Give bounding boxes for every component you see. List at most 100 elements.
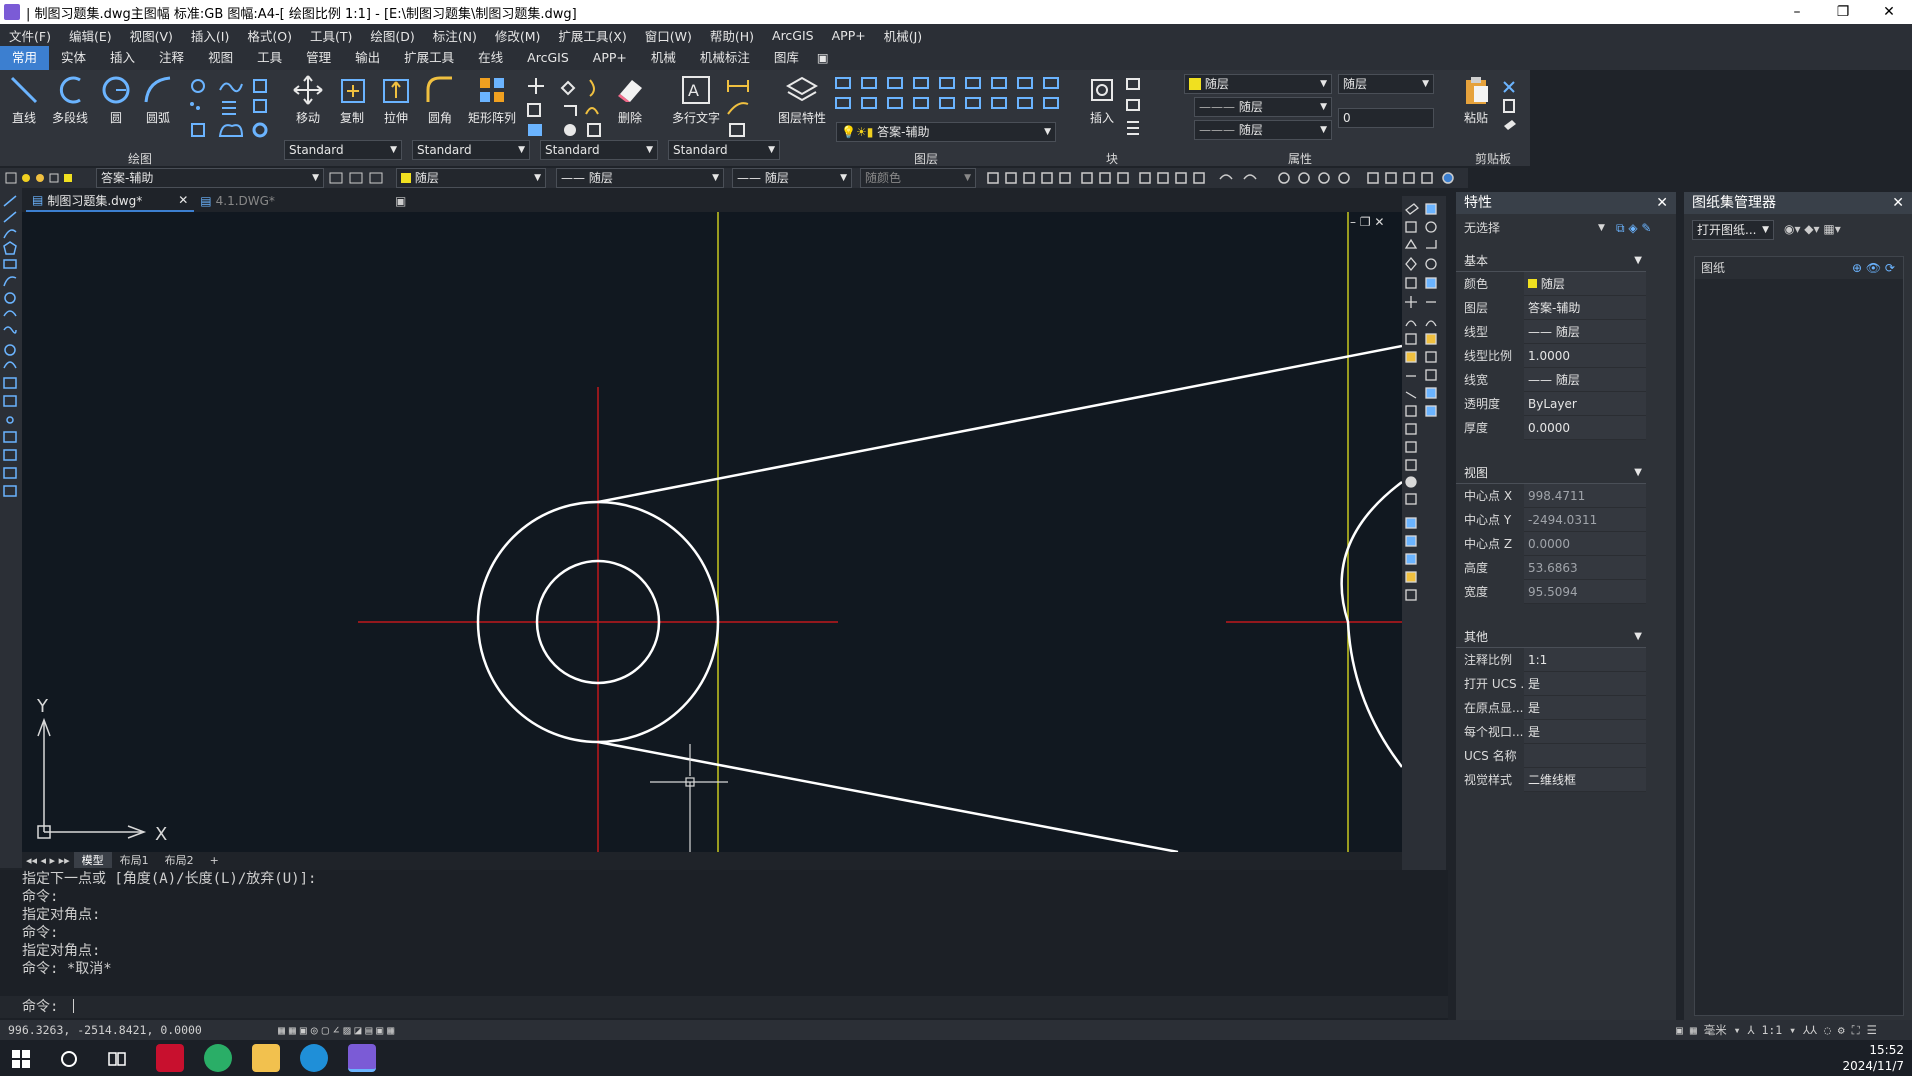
- tab-mech[interactable]: 机械: [639, 46, 688, 70]
- prop-row[interactable]: 厚度 0.0000: [1456, 416, 1646, 440]
- erase-button[interactable]: 删除: [614, 74, 646, 126]
- prop-row[interactable]: 线型比例 1.0000: [1456, 344, 1646, 368]
- prop-value[interactable]: —— 随层: [1524, 320, 1646, 344]
- tab-library[interactable]: 图库: [762, 46, 811, 70]
- menu-format[interactable]: 格式(O): [238, 26, 301, 45]
- stretch-button[interactable]: 拉伸: [380, 74, 412, 126]
- layer-state-icons[interactable]: [4, 171, 94, 185]
- menu-view[interactable]: 视图(V): [121, 26, 182, 45]
- menu-app[interactable]: APP+: [823, 28, 875, 43]
- layer-properties-button[interactable]: 图层特性: [778, 74, 826, 126]
- tab-layout2[interactable]: 布局2: [157, 852, 202, 868]
- file-explorer-icon[interactable]: [252, 1044, 280, 1072]
- tab-output[interactable]: 输出: [343, 46, 392, 70]
- move-button[interactable]: 移动: [292, 74, 324, 126]
- prop-row[interactable]: 注释比例 1:1: [1456, 648, 1646, 672]
- layout-nav-arrows[interactable]: ◂◂ ◂ ▸ ▸▸: [22, 854, 74, 867]
- edge-browser-icon[interactable]: [300, 1044, 328, 1072]
- viewport-controls[interactable]: – ❐ ✕: [1350, 215, 1384, 229]
- prop-value[interactable]: 0.0000: [1524, 416, 1646, 440]
- rect-array-button[interactable]: 矩形阵列: [468, 74, 516, 126]
- prop-value[interactable]: 是: [1524, 672, 1646, 696]
- prop-row[interactable]: 中心点 Z 0.0000: [1456, 532, 1646, 556]
- section-basic[interactable]: 基本 ▼: [1456, 250, 1646, 272]
- ribbon-layer-dropdown[interactable]: 💡☀▮ 答案-辅助 ▼: [836, 122, 1056, 142]
- copy-button[interactable]: 复制: [336, 74, 368, 126]
- prop-row[interactable]: 宽度 95.5094: [1456, 580, 1646, 604]
- table-style-dropdown[interactable]: Standard ▼: [540, 140, 658, 160]
- line-button[interactable]: 直线: [8, 74, 40, 126]
- layer-tools-row-icons[interactable]: [328, 171, 388, 185]
- modify-tools-vertical-icons[interactable]: [1402, 200, 1446, 640]
- selection-dropdown[interactable]: 无选择 ▼ ⧉ ◈ ✎: [1456, 214, 1676, 242]
- block-tools-icon[interactable]: [1124, 76, 1144, 140]
- ribbon-lineweight-dropdown[interactable]: ——— 随层 ▼: [1194, 120, 1332, 140]
- lineweight-dropdown[interactable]: —— 随层 ▼: [732, 168, 852, 188]
- close-tab-icon[interactable]: ✕: [178, 193, 188, 207]
- drawing-svg[interactable]: Y X – ❐ ✕: [22, 212, 1403, 854]
- cad-app-icon[interactable]: [348, 1044, 376, 1072]
- prop-value[interactable]: 答案-辅助: [1524, 296, 1646, 320]
- draw-tools-vertical-icons[interactable]: [0, 192, 22, 532]
- menu-mech[interactable]: 机械(J): [875, 26, 931, 45]
- menu-window[interactable]: 窗口(W): [636, 26, 701, 45]
- tab-mech-dim[interactable]: 机械标注: [688, 46, 762, 70]
- menu-insert[interactable]: 插入(I): [182, 26, 238, 45]
- sheet-tree-actions-icon[interactable]: ⊕ 👁 ⟳: [1852, 257, 1895, 279]
- task-view-icon[interactable]: [108, 1050, 126, 1068]
- modify-small-tools-icon[interactable]: [524, 76, 604, 140]
- plotstyle-dropdown[interactable]: 随颜色 ▼: [860, 168, 976, 188]
- ribbon-plot-dropdown[interactable]: 随层 ▼: [1338, 74, 1434, 94]
- ribbon-color-dropdown[interactable]: 随层 ▼: [1184, 74, 1332, 94]
- menu-help[interactable]: 帮助(H): [701, 26, 763, 45]
- system-clock[interactable]: 15:52 2024/11/7: [1842, 1042, 1904, 1074]
- menu-file[interactable]: 文件(F): [0, 26, 60, 45]
- add-layout-button[interactable]: +: [202, 854, 227, 867]
- close-icon[interactable]: ✕: [1656, 192, 1668, 214]
- prop-row[interactable]: 线宽 —— 随层: [1456, 368, 1646, 392]
- drafting-toggles-icon[interactable]: ▦▦▣◎▢∠▨◪▤▣▦: [278, 1020, 398, 1040]
- ribbon-transparency-field[interactable]: 0: [1338, 108, 1434, 128]
- tab-insert[interactable]: 插入: [98, 46, 147, 70]
- prop-row[interactable]: 每个视口... 是: [1456, 720, 1646, 744]
- dim-style-dropdown[interactable]: Standard ▼: [412, 140, 530, 160]
- section-view[interactable]: 视图 ▼: [1456, 462, 1646, 484]
- prop-row[interactable]: 视觉样式 二维线框: [1456, 768, 1646, 792]
- prop-value[interactable]: 1.0000: [1524, 344, 1646, 368]
- prop-value[interactable]: 随层: [1524, 272, 1646, 296]
- prop-row[interactable]: 在原点显... 是: [1456, 696, 1646, 720]
- tab-annotate[interactable]: 注释: [147, 46, 196, 70]
- mtext-button[interactable]: A 多行文字: [672, 74, 720, 126]
- mleader-style-dropdown[interactable]: Standard ▼: [668, 140, 780, 160]
- section-other[interactable]: 其他 ▼: [1456, 626, 1646, 648]
- command-input[interactable]: 命令:: [0, 996, 1448, 1018]
- prop-row[interactable]: 中心点 Y -2494.0311: [1456, 508, 1646, 532]
- color-dropdown[interactable]: 随层 ▼: [396, 168, 546, 188]
- tab-app[interactable]: APP+: [581, 46, 639, 70]
- text-style-dropdown[interactable]: Standard ▼: [284, 140, 402, 160]
- right-arc[interactable]: [1340, 481, 1403, 768]
- prop-row[interactable]: UCS 名称: [1456, 744, 1646, 768]
- layer-tools-icon[interactable]: [834, 76, 1064, 120]
- wechat-icon[interactable]: [204, 1044, 232, 1072]
- lower-tangent-line[interactable]: [597, 740, 1179, 854]
- prop-value[interactable]: —— 随层: [1524, 368, 1646, 392]
- polyline-button[interactable]: 多段线: [52, 74, 88, 126]
- file-tab-active[interactable]: ▤ 制图习题集.dwg* ✕: [26, 190, 195, 212]
- status-right-tools[interactable]: ▣ ▦ 毫米 ▾ ⅄ 1:1 ▾ ⅄⅄ ◌ ⚙ ⛶ ☰: [1676, 1020, 1877, 1040]
- tab-common[interactable]: 常用: [0, 46, 50, 70]
- view-toolbar-icons[interactable]: [986, 171, 1466, 185]
- menu-draw[interactable]: 绘图(D): [361, 26, 423, 45]
- layer-dropdown[interactable]: 答案-辅助 ▼: [96, 168, 324, 188]
- paste-button[interactable]: 粘贴: [1460, 74, 1492, 126]
- drawing-canvas[interactable]: Y X – ❐ ✕: [22, 212, 1403, 854]
- ribbon-linetype-dropdown[interactable]: ——— 随层 ▼: [1194, 97, 1332, 117]
- prop-row[interactable]: 高度 53.6863: [1456, 556, 1646, 580]
- prop-row[interactable]: 打开 UCS ...是: [1456, 672, 1646, 696]
- circle-button[interactable]: 圆: [100, 74, 132, 126]
- tab-arcgis[interactable]: ArcGIS: [515, 46, 581, 70]
- draw-small-tools-icon[interactable]: [188, 76, 278, 140]
- menu-edit[interactable]: 编辑(E): [60, 26, 121, 45]
- minimize-button[interactable]: –: [1774, 0, 1820, 24]
- prop-value[interactable]: 1:1: [1524, 648, 1646, 672]
